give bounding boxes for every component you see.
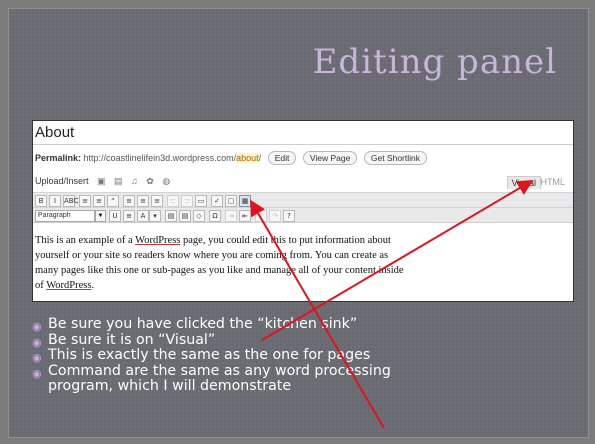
clear-formatting-button[interactable]: ◇ xyxy=(193,210,205,222)
content-text: yourself or your site so readers know wh… xyxy=(35,250,389,261)
bullet-item-continuation: program, which I will demonstrate xyxy=(32,378,572,395)
content-text: . xyxy=(91,280,95,291)
content-text: many pages like this one or sub-pages as… xyxy=(35,265,404,276)
kitchen-sink-button[interactable]: ▦ xyxy=(239,195,251,207)
upload-insert-row: Upload/Insert ▣ ▤ ♫ ✿ ◍ Visual HTML xyxy=(35,176,571,190)
bullet-item: ◉ This is exactly the same as the one for… xyxy=(32,347,572,364)
bullet-text: Command are the same as any word process… xyxy=(48,362,391,379)
bullet-list-button[interactable]: ≡ xyxy=(79,195,91,207)
format-select[interactable]: Paragraph xyxy=(35,210,95,222)
content-text: page, you could edit this to put informa… xyxy=(180,235,391,246)
unlink-button[interactable]: ⊃ xyxy=(181,195,193,207)
align-right-button[interactable]: ≡ xyxy=(151,195,163,207)
link-button[interactable]: ⊂ xyxy=(167,195,179,207)
text-color-button[interactable]: A xyxy=(137,210,149,222)
bold-button[interactable]: B xyxy=(35,195,47,207)
underline-button[interactable]: U xyxy=(109,210,121,222)
fullscreen-button[interactable]: ▢ xyxy=(225,195,237,207)
align-left-button[interactable]: ≡ xyxy=(123,195,135,207)
content-text: of xyxy=(35,280,47,291)
upload-insert-label: Upload/Insert xyxy=(35,176,89,186)
help-button[interactable]: ? xyxy=(283,210,295,222)
bullet-item: ◉ Be sure you have clicked the “kitchen s… xyxy=(32,316,572,333)
strikethrough-button[interactable]: ABC xyxy=(63,195,78,207)
get-shortlink-button[interactable]: Get Shortlink xyxy=(363,151,427,165)
slide-title: Editing panel xyxy=(312,42,557,82)
align-center-button[interactable]: ≡ xyxy=(137,195,149,207)
tab-html[interactable]: HTML xyxy=(537,176,570,188)
text-color-dropdown[interactable]: ▾ xyxy=(149,210,161,222)
view-page-button[interactable]: View Page xyxy=(302,151,358,165)
content-text: This is an example of a xyxy=(35,235,136,246)
paste-text-button[interactable]: ▤ xyxy=(165,210,177,222)
permalink-row: Permalink: http://coastlinelifein3d.word… xyxy=(35,151,427,165)
content-text-wordpress: WordPress xyxy=(135,235,181,246)
formatting-toolbar-row1: B I ABC ≡ ≡ “ ≡ ≡ ≡ ⊂ ⊃ ▭ ✓ ▢ ▦ xyxy=(33,192,573,207)
outdent-button[interactable]: ⇥ xyxy=(225,210,237,222)
divider xyxy=(33,144,573,145)
bullet-item: ◉ Be sure it is on “Visual” xyxy=(32,331,572,349)
formatting-toolbar-row2: Paragraph ▼ U ≡ A ▾ ▤ ▤ ◇ Ω ⇥ ⇤ ↶ ↷ ? xyxy=(33,207,573,223)
spellcheck-button[interactable]: ✓ xyxy=(211,195,223,207)
bullet-list: ◉ Be sure you have clicked the “kitchen s… xyxy=(32,316,572,395)
chevron-down-icon[interactable]: ▼ xyxy=(95,210,106,222)
undo-button[interactable]: ↶ xyxy=(255,210,267,222)
blockquote-button[interactable]: “ xyxy=(107,195,119,207)
permalink-slug[interactable]: about xyxy=(236,153,259,163)
italic-button[interactable]: I xyxy=(49,195,61,207)
bullet-text: Be sure it is on “Visual” xyxy=(48,331,216,348)
edit-button[interactable]: Edit xyxy=(267,151,297,165)
content-text-wordpress: WordPress xyxy=(46,280,92,291)
bullet-text: Be sure you have clicked the “kitchen si… xyxy=(48,316,358,332)
permalink-label: Permalink: xyxy=(35,153,82,163)
editor-screenshot: About Permalink: http://coastlinelifein3… xyxy=(32,120,574,302)
editor-content[interactable]: This is an example of a WordPress page, … xyxy=(35,233,555,293)
more-tag-button[interactable]: ▭ xyxy=(195,195,207,207)
permalink-url[interactable]: http://coastlinelifein3d.wordpress.com/ xyxy=(84,153,237,163)
bullet-text: This is exactly the same as the one for … xyxy=(48,347,371,363)
justify-button[interactable]: ≡ xyxy=(123,210,135,222)
redo-button[interactable]: ↷ xyxy=(269,210,281,222)
permalink-slash: / xyxy=(258,153,262,163)
numbered-list-button[interactable]: ≡ xyxy=(93,195,105,207)
indent-button[interactable]: ⇤ xyxy=(239,210,251,222)
special-character-button[interactable]: Ω xyxy=(209,210,221,222)
bullet-text: program, which I will demonstrate xyxy=(48,378,292,394)
page-title: About xyxy=(35,124,75,141)
bullet-item: ◉ Command are the same as any word proces… xyxy=(32,362,572,380)
paste-word-button[interactable]: ▤ xyxy=(179,210,191,222)
media-icons[interactable]: ▣ ▤ ♫ ✿ ◍ xyxy=(97,176,173,187)
